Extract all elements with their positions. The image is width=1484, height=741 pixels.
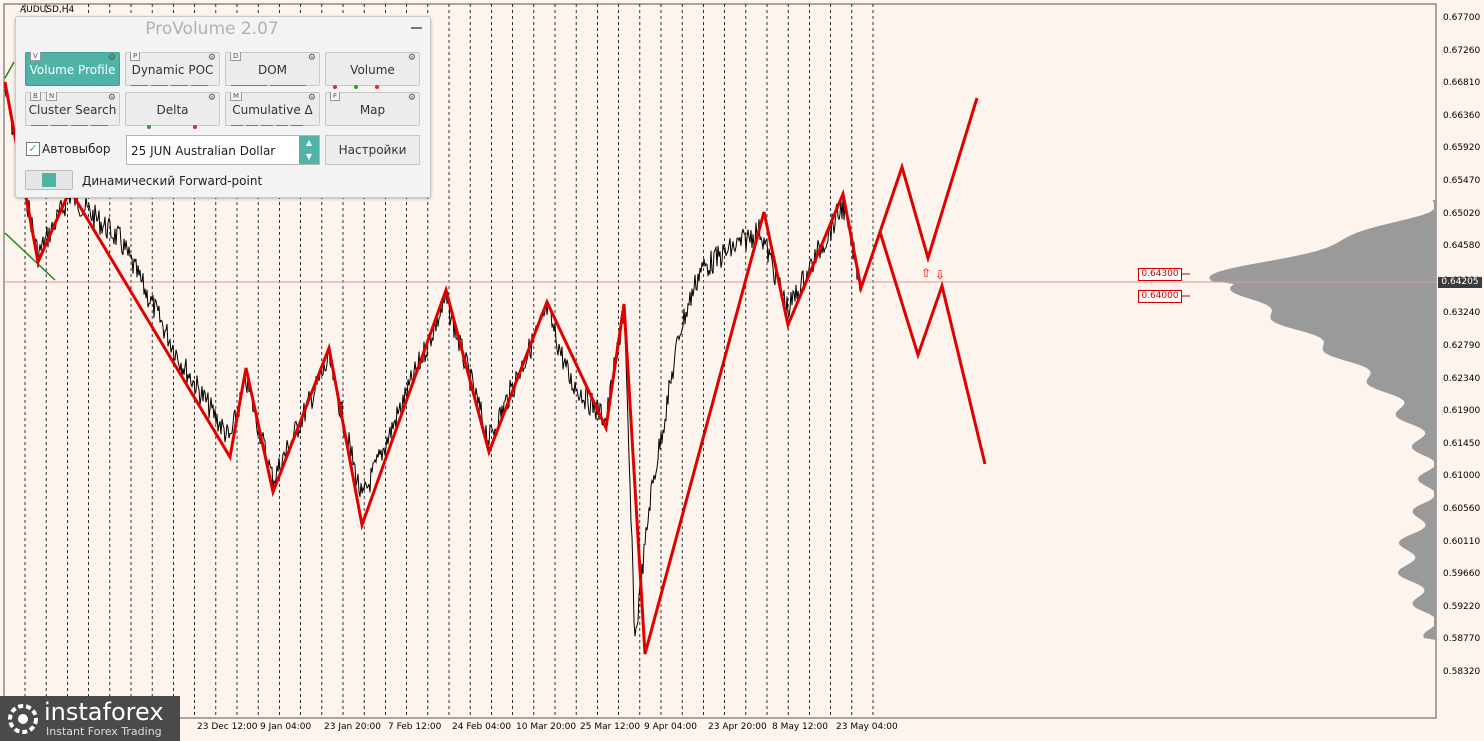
settings-button[interactable]: Настройки [325, 135, 420, 165]
time-tick-label: 9 Apr 04:00 [644, 722, 697, 732]
price-tick-label: 0.61900 [1443, 406, 1481, 417]
price-tick-label: 0.66810 [1443, 78, 1481, 89]
instrument-select[interactable]: 25 JUN Australian Dollar ▲ ▼ [126, 135, 320, 165]
button-label: Cumulative Δ [232, 103, 313, 117]
logo-tagline: Instant Forex Trading [46, 725, 162, 738]
map-button[interactable]: F ⚙ Map [325, 92, 420, 126]
volume-button[interactable]: ⚙ Volume [325, 52, 420, 103]
chevron-down-icon[interactable]: ▼ [299, 150, 319, 164]
toggle-knob [42, 173, 56, 187]
delta-button[interactable]: ⚙ Delta [125, 92, 220, 129]
price-tick-label: 0.65920 [1443, 143, 1481, 154]
button-label: Dynamic POC [131, 63, 214, 77]
indicator-dashes [231, 118, 314, 126]
instrument-value: 25 JUN Australian Dollar [131, 144, 276, 158]
up-arrow-icon: ⇧ [921, 266, 931, 280]
hotkey-badge: V [30, 52, 41, 61]
time-tick-label: 24 Feb 04:00 [452, 722, 512, 732]
gear-icon[interactable]: ⚙ [408, 93, 416, 103]
dom-button[interactable]: D ⚙ DOM [225, 52, 320, 86]
volume-profile-button[interactable]: V ⚙ Volume Profile [25, 52, 120, 86]
panel-title: ProVolume 2.07 [145, 19, 279, 39]
auto-select-checkbox[interactable]: ✓ [26, 142, 40, 156]
hotkey-badge: P [130, 52, 141, 61]
button-label: Volume [350, 63, 395, 77]
time-tick-label: 9 Jan 04:00 [260, 722, 312, 732]
gear-icon[interactable]: ⚙ [408, 53, 416, 63]
hotkey-badge: M [230, 92, 243, 101]
auto-select-label: Автовыбор [42, 142, 111, 156]
hotkey-badge: N [46, 92, 58, 101]
instrument-spinner[interactable]: ▲ ▼ [299, 136, 319, 164]
price-tick-label: 0.64580 [1443, 241, 1481, 252]
current-price-label: 0.64205 [1438, 277, 1482, 288]
indicator-dots [131, 118, 214, 129]
level-label-lower[interactable]: 0.64000 [1138, 290, 1182, 303]
dynamic-poc-button[interactable]: P ⚙ Dynamic POC [125, 52, 220, 86]
indicator-dots [331, 78, 414, 103]
down-arrow-icon: ⇩ [935, 268, 945, 282]
price-tick-label: 0.66360 [1443, 110, 1481, 121]
button-label: Cluster Search [28, 103, 117, 117]
logo-icon [8, 704, 38, 734]
button-label: DOM [257, 63, 288, 77]
hotkey-badge: F [330, 92, 341, 101]
time-tick-label: 23 Apr 20:00 [708, 722, 767, 732]
indicator-dashes [31, 78, 114, 86]
price-tick-label: 0.59660 [1443, 569, 1481, 580]
time-tick-label: 23 May 04:00 [836, 722, 898, 732]
button-label: Delta [156, 103, 189, 117]
price-tick-label: 0.60110 [1443, 536, 1481, 547]
price-tick-label: 0.63240 [1443, 308, 1481, 319]
hotkey-badge: B [30, 92, 41, 101]
price-tick-label: 0.59220 [1443, 601, 1481, 612]
price-tick-label: 0.65470 [1443, 176, 1481, 186]
time-tick-label: 8 May 12:00 [772, 722, 828, 732]
time-tick-label: 25 Mar 12:00 [580, 722, 641, 732]
button-label: Map [359, 103, 386, 117]
time-tick-label: 10 Mar 20:00 [516, 722, 577, 732]
minimize-icon[interactable] [411, 27, 422, 29]
forward-point-toggle[interactable] [25, 170, 73, 190]
hotkey-badge: D [230, 52, 242, 61]
symbol-label: AUDUSD,H4 [20, 5, 75, 15]
price-tick-label: 0.62340 [1443, 373, 1481, 384]
indicator-dashes [31, 118, 114, 126]
logo-name: instaforex [44, 698, 164, 726]
button-label: Volume Profile [29, 63, 116, 77]
gear-icon[interactable]: ⚙ [208, 53, 216, 63]
price-tick-label: 0.61450 [1443, 438, 1481, 449]
gear-icon[interactable]: ⚙ [208, 93, 216, 103]
price-tick-label: 0.60560 [1443, 504, 1481, 514]
price-tick-label: 0.62790 [1443, 341, 1481, 351]
chevron-up-icon[interactable]: ▲ [299, 136, 319, 150]
cluster-search-button[interactable]: B N ⚙ Cluster Search [25, 92, 120, 126]
gear-icon[interactable]: ⚙ [108, 93, 116, 103]
provolume-panel[interactable]: ProVolume 2.07 V ⚙ Volume Profile P ⚙ Dy… [15, 16, 431, 198]
time-tick-label: 23 Jan 20:00 [324, 722, 381, 732]
indicator-dashes [131, 78, 214, 86]
time-tick-label: 23 Dec 12:00 [197, 722, 258, 732]
price-tick-label: 0.58770 [1443, 634, 1481, 645]
gear-icon[interactable]: ⚙ [308, 53, 316, 63]
price-tick-label: 0.67260 [1443, 45, 1481, 56]
forward-point-label: Динамический Forward-point [82, 174, 263, 188]
gear-icon[interactable]: ⚙ [108, 53, 116, 63]
level-label-upper[interactable]: 0.64300 [1138, 268, 1182, 281]
price-tick-label: 0.58320 [1443, 667, 1481, 677]
time-tick-label: 7 Feb 12:00 [388, 722, 442, 732]
gear-icon[interactable]: ⚙ [308, 93, 316, 103]
instaforex-logo: instaforex Instant Forex Trading [0, 696, 180, 741]
price-tick-label: 0.67700 [1443, 13, 1481, 23]
price-tick-label: 0.65020 [1443, 208, 1481, 219]
indicator-dashes [231, 78, 314, 86]
price-tick-label: 0.61000 [1443, 471, 1481, 482]
cumulative-delta-button[interactable]: M ⚙ Cumulative Δ [225, 92, 320, 126]
